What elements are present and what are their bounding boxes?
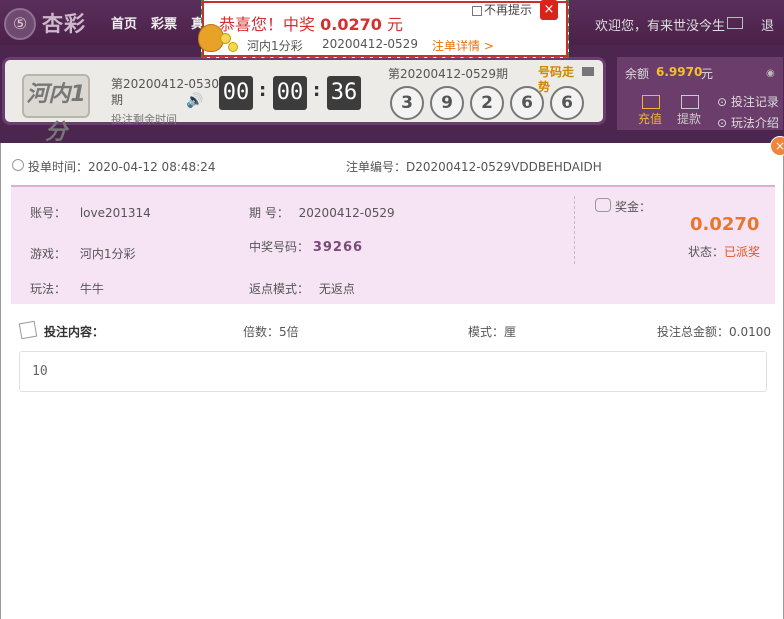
checkbox-icon[interactable] <box>472 5 482 16</box>
bet-time: 投单时间：2020-04-12 08:48:24 <box>28 160 216 174</box>
play-row: 玩法： 牛牛 <box>30 280 104 297</box>
bet-content-box <box>19 351 767 392</box>
remain-label: 投注剩余时间 <box>111 113 177 126</box>
balance-unit: 元 <box>701 67 714 81</box>
result-ball: 3 <box>390 86 424 120</box>
logo-icon: ⑤ <box>4 8 36 40</box>
current-issue: 第20200412-0530期 <box>111 77 219 107</box>
modal-close-button[interactable]: × <box>770 136 784 156</box>
bet-mode: 模式：厘 <box>468 325 517 339</box>
bet-total: 投注总金额：0.0100 <box>657 325 771 339</box>
prize-value: 0.0270 <box>690 214 760 235</box>
withdraw-button[interactable]: 提款 <box>677 110 701 127</box>
bet-content-icon <box>18 320 38 340</box>
bet-record-link[interactable]: ⊙ 投注记录 <box>717 93 779 110</box>
toast-amount: 0.0270 <box>320 15 382 34</box>
bet-content-title: 投注内容： <box>44 325 105 339</box>
issue-row: 期 号： 20200412-0529 <box>249 204 395 221</box>
toast-detail-link[interactable]: 注单详情 > <box>432 37 494 54</box>
nav-lottery[interactable]: 彩票 <box>151 13 177 32</box>
welcome-text: 欢迎您，有来世没今生 <box>595 19 726 34</box>
logo-text: 杏彩 <box>42 12 86 36</box>
account-label: 账号： <box>30 206 67 220</box>
nav-home[interactable]: 首页 <box>111 13 137 32</box>
rebate-label: 返点模式： <box>249 282 310 296</box>
countdown-hours: 00 <box>219 76 253 110</box>
site-logo[interactable]: ⑤ 杏彩 <box>4 6 94 40</box>
order-number: 注单编号：D20200412-0529VDDBEHDAIDH <box>346 160 602 174</box>
toast-close-button[interactable]: × <box>540 0 558 20</box>
win-number-row: 中奖号码： 39266 <box>249 238 363 255</box>
no-remind-label: 不再提示 <box>484 3 533 17</box>
game-label: 游戏： <box>30 247 67 261</box>
bet-multiple: 倍数：5倍 <box>243 325 299 339</box>
toast-title-prefix: 恭喜您！中奖 <box>219 15 316 34</box>
win-number-label: 中奖号码： <box>249 240 310 254</box>
countdown-seconds: 36 <box>327 76 361 110</box>
toast-game: 河内1分彩 <box>247 39 303 53</box>
game-row: 游戏： 河内1分彩 <box>30 245 135 262</box>
play-intro-label: 玩法介绍 <box>730 116 779 130</box>
lottery-logo: 河内1分 <box>22 74 90 145</box>
withdraw-icon[interactable] <box>681 95 699 109</box>
toast-title: 恭喜您！中奖 0.0270 元 <box>219 11 403 35</box>
balance-label: 余额 <box>625 67 650 81</box>
play-value: 牛牛 <box>79 282 104 296</box>
play-label: 玩法： <box>30 282 67 296</box>
win-number-value: 39266 <box>312 240 364 255</box>
issue-value: 20200412-0529 <box>298 206 395 220</box>
mail-icon[interactable] <box>727 17 743 29</box>
toast-unit: 元 <box>386 15 403 34</box>
countdown-minutes: 00 <box>273 76 307 110</box>
last-issue: 第20200412-0529期 <box>388 67 508 81</box>
recharge-button[interactable]: 充值 <box>638 110 662 127</box>
info-divider <box>574 196 575 264</box>
balance-value: 6.9970 <box>656 65 703 79</box>
result-ball: 9 <box>430 86 464 120</box>
toast-issue: 20200412-0529 <box>322 37 418 51</box>
recharge-icon[interactable] <box>642 95 660 109</box>
no-remind-checkbox[interactable]: 不再提示 <box>472 1 532 18</box>
trend-link[interactable]: 号码走势 <box>538 65 582 95</box>
eye-icon[interactable]: ◉ <box>766 68 775 79</box>
bet-content-value: 10 <box>32 364 48 379</box>
game-value: 河内1分彩 <box>79 247 136 261</box>
status-label: 状态： <box>688 245 725 259</box>
prize-icon <box>595 198 611 212</box>
speaker-icon[interactable]: 🔊 <box>186 93 203 109</box>
account-value: love201314 <box>79 206 151 220</box>
prize-label: 奖金： <box>615 200 652 214</box>
rebate-value: 无返点 <box>318 282 355 296</box>
result-ball: 2 <box>470 86 504 120</box>
clock-icon <box>12 159 24 171</box>
info-panel-edge <box>11 300 775 306</box>
logout-link[interactable]: 退 <box>761 15 774 34</box>
countdown-colon: : <box>313 80 321 101</box>
trend-icon[interactable] <box>582 67 594 76</box>
account-row: 账号： love201314 <box>30 204 151 221</box>
play-intro-link[interactable]: ⊙ 玩法介绍 <box>717 114 779 131</box>
countdown-colon: : <box>259 80 267 101</box>
status-row: 状态：已派奖 <box>688 243 760 260</box>
coin-icon <box>228 42 238 52</box>
status-value: 已派奖 <box>724 245 761 259</box>
bet-record-label: 投注记录 <box>730 95 779 109</box>
rebate-row: 返点模式： 无返点 <box>249 280 355 297</box>
issue-label: 期 号： <box>249 206 289 220</box>
